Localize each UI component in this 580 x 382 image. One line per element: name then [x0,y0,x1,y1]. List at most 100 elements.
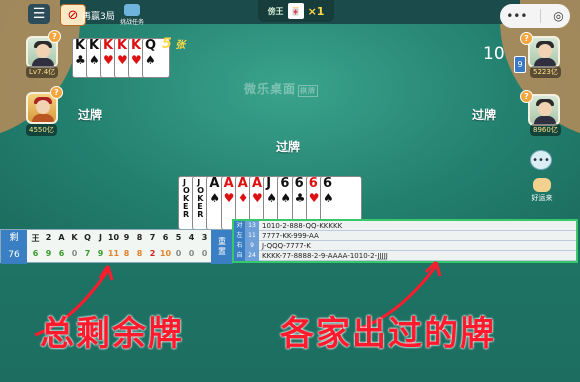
rank-count: 8 [136,249,143,258]
score-top-right: 5223亿 [530,66,561,78]
table-logo: 微乐桌面 棋牌 [244,80,319,97]
played-position: 右 [234,240,245,251]
reset-button[interactable]: 重 置 [211,230,233,264]
rank-count: 9 [97,249,104,258]
remaining-header: 剩 76 [1,230,27,264]
avatar-top-right[interactable] [528,36,560,68]
played-count: 9 [245,240,259,251]
remaining-label: 剩 [9,233,19,243]
rank-count: 2 [149,249,156,258]
rank-label: Q [84,233,91,242]
chat-button[interactable]: ••• [530,150,552,170]
record-icon: ⊘ [67,7,79,23]
played-row: 右 9 J-QQQ-7777-K [234,240,576,251]
win-streak-text: 再赢3局 [82,11,115,22]
more-button[interactable]: ••• [506,9,527,23]
card-rank: K [131,38,142,53]
annotation-played-cards: 各家出过的牌 [280,314,496,354]
rank-count: 6 [58,249,65,258]
info-badge-left[interactable]: ? [50,86,63,99]
card-rank: K [89,38,100,53]
rank-count: 0 [201,249,208,258]
card-rank: A [252,176,263,191]
played-position: 对 [234,220,245,231]
annotation-total-remaining: 总剩余牌 [40,314,184,354]
game-screen: ☰ ⊘ 再赢3局 挑战任务 傍王 🀄 ×1 ••• ◎ ? Lv7.4亿 ? 4… [0,0,580,382]
multiplier-panel: 傍王 🀄 ×1 [258,0,334,22]
played-row: 对 13 1010-2-888-QQ-KKKKK [234,220,576,231]
rank-label: 5 [175,233,182,242]
score-top-left: Lv7.4亿 [26,66,59,78]
score-right: 8960亿 [530,124,561,136]
card-rank: 6 [323,176,333,191]
played-sequence: 7777-KK-999-AA [262,231,319,240]
card-rank: 6 [280,176,290,191]
suit-icon: ♠ [323,191,334,205]
reset-label-1: 重 [218,237,226,246]
rank-count: 10 [159,249,172,258]
played-count: 24 [245,250,259,261]
rank-label: 2 [45,233,52,242]
rank-label: K [71,233,78,242]
card-rank: 6 [294,176,304,191]
played-cards-panel: 对 13 1010-2-888-QQ-KKKKK 左 11 7777-KK-999-AA 右… [232,219,578,263]
mini-program-capsule: ••• ◎ [500,4,570,28]
logo-sub: 桌面 [270,82,297,96]
played-position: 自 [234,250,245,261]
rank-label: 8 [136,233,143,242]
played-sequence: J-QQQ-7777-K [262,241,311,250]
friend-label: 好运来 [531,194,553,202]
card-count-top-left: 5 张 [162,36,185,52]
rank-count: 9 [45,249,52,258]
suit-icon: ♠ [145,53,156,67]
info-badge-right[interactable]: ? [520,90,533,103]
close-button[interactable]: ◎ [553,9,563,23]
rank-label: 7 [149,233,156,242]
logo-box: 棋牌 [298,85,319,97]
rank-count: 8 [123,249,130,258]
card-rank: A [237,176,248,191]
rank-label: 4 [188,233,195,242]
challenge-task-label: 挑战任务 [120,19,145,26]
task-icon [124,4,140,16]
played-sequence: 1010-2-888-QQ-KKKKK [262,221,343,230]
logo-text: 微乐 [244,82,271,96]
score-left: 4550亿 [26,124,57,136]
card-rank: JOKER [183,178,190,219]
rank-label: 10 [107,233,120,242]
pass-label-right: 过牌 [472,108,497,122]
avatar-right[interactable] [528,94,560,126]
rank-label: J [99,233,102,242]
rank-row: 王 2 A K Q J 10 9 8 7 6 5 4 3 [29,233,211,244]
count-row: 6 9 6 0 7 9 11 8 8 2 10 0 0 0 [29,249,211,258]
capsule-divider [539,9,541,23]
card-count-unit: 张 [175,40,186,51]
pass-label-center: 过牌 [276,140,301,154]
card-rank: A [223,176,234,191]
card-count-number: 5 [162,36,172,52]
card-rank: A [209,176,220,191]
rank-label: 王 [31,234,40,243]
played-count: 13 [245,220,259,231]
challenge-task-button[interactable]: 挑战任务 [120,4,144,26]
card-counter-panel: 剩 76 王 2 A K Q J 10 9 8 7 6 5 4 3 6 9 6 0 7 9 11 8 8 2 10 0 0 0 重 … [0,229,233,264]
rank-count: 11 [107,249,120,258]
remaining-total: 76 [8,250,20,260]
friend-button[interactable]: 好运来 [528,178,556,203]
played-row: 左 11 7777-KK-999-AA [234,230,576,241]
card-back-icon: 9 [514,56,526,73]
card-rank: K [103,38,114,53]
card-rank: J [266,176,272,191]
chat-icon: ••• [532,154,550,166]
rank-count: 0 [175,249,182,258]
gift-icon [533,178,551,192]
info-badge-top-right[interactable]: ? [520,32,533,45]
rank-count: 7 [84,249,91,258]
multiplier-rank: 傍王 [267,6,284,16]
played-count: 11 [245,230,259,241]
card-rank: JOKER [197,178,204,219]
info-badge-top-left[interactable]: ? [48,30,61,43]
tile-icon: 🀄 [287,3,304,19]
menu-button[interactable]: ☰ [28,4,50,24]
rank-label: A [58,233,65,242]
